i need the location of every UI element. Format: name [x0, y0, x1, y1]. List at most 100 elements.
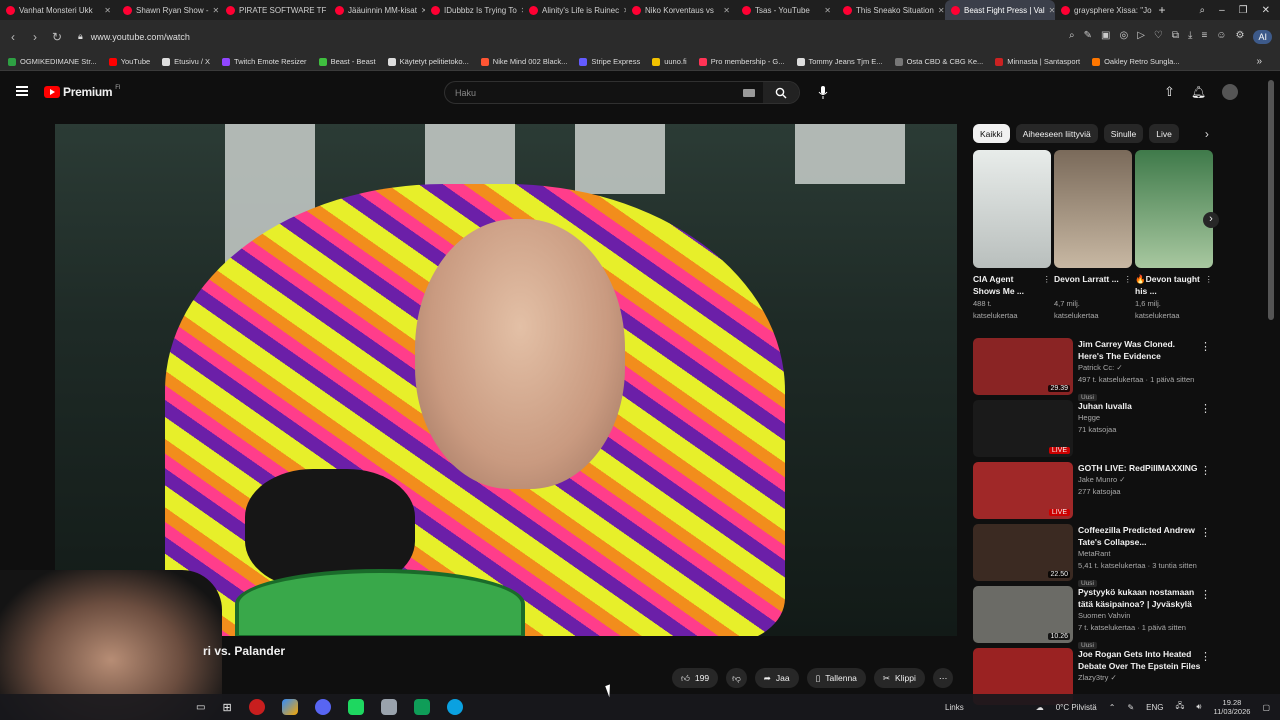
- play-icon[interactable]: ▷: [1137, 30, 1145, 44]
- browser-tab[interactable]: Beast Fight Press | Val ✕: [945, 0, 1055, 20]
- video-title-link[interactable]: Juhan luvalla: [1078, 400, 1201, 412]
- share-button[interactable]: ➦ Jaa: [754, 668, 799, 688]
- network-icon[interactable]: 🖧︎: [1175, 700, 1184, 714]
- more-vert-icon[interactable]: ⋮: [1124, 273, 1133, 285]
- more-vert-icon[interactable]: ⋮: [1043, 273, 1052, 285]
- shield-icon[interactable]: [380, 699, 397, 715]
- bookmark-item[interactable]: Etusivu / X: [162, 57, 210, 66]
- more-vert-icon[interactable]: ⋮: [1200, 464, 1211, 477]
- video-title-link[interactable]: Pystyykö kukaan nostamaan tätä käsipaino…: [1078, 586, 1201, 610]
- bookmark-item[interactable]: Käytetyt pelitietoko...: [387, 57, 469, 66]
- video-thumbnail[interactable]: LIVE: [973, 400, 1073, 457]
- channel-name[interactable]: Patrick Cc: ✓: [1078, 362, 1201, 374]
- voice-search-button[interactable]: [810, 81, 836, 104]
- video-player[interactable]: [55, 124, 957, 636]
- hamburger-menu-icon[interactable]: [16, 86, 28, 96]
- minimize-icon[interactable]: –: [1219, 5, 1225, 16]
- browser-tab[interactable]: IDubbbz Is Trying To✕: [425, 0, 523, 20]
- bookmark-item[interactable]: Oakley Retro Sungla...: [1092, 57, 1180, 66]
- video-title-link[interactable]: Joe Rogan Gets Into Heated Debate Over T…: [1078, 648, 1201, 672]
- channel-name[interactable]: Hegge: [1078, 412, 1201, 424]
- search-button[interactable]: [763, 82, 799, 103]
- more-vert-icon[interactable]: ⋮: [1200, 650, 1211, 663]
- bookmark-item[interactable]: Tommy Jeans Tjm E...: [796, 57, 883, 66]
- recommendation-item[interactable]: 22.50 Coffeezilla Predicted Andrew Tate's…: [973, 524, 1215, 587]
- more-vert-icon[interactable]: ⋮: [1205, 273, 1214, 285]
- bookmarks-overflow-icon[interactable]: »: [1256, 56, 1262, 67]
- maximize-icon[interactable]: ❐: [1239, 5, 1248, 16]
- chevron-right-icon[interactable]: ›: [1205, 127, 1209, 141]
- start-icon[interactable]: ▭: [196, 702, 205, 713]
- page-scrollbar[interactable]: [1268, 80, 1274, 320]
- spotify-like-icon[interactable]: [347, 699, 364, 715]
- short-thumbnail[interactable]: [1054, 150, 1132, 268]
- profile-icon[interactable]: ☺: [1216, 30, 1226, 44]
- bookmark-item[interactable]: Nike Mind 002 Black...: [480, 57, 567, 66]
- search-box[interactable]: Haku: [444, 81, 800, 104]
- close-window-icon[interactable]: ✕: [1262, 5, 1270, 16]
- filter-chip[interactable]: Live: [1149, 124, 1179, 143]
- zoom-icon[interactable]: ⌕: [1069, 30, 1075, 44]
- tab-close-icon[interactable]: ✕: [104, 6, 111, 15]
- short-card[interactable]: 🔥Devon taught his ... ⋮ 1,6 milj. katseluke…: [1135, 150, 1213, 321]
- recommendation-item[interactable]: 29.39 Jim Carrey Was Cloned. Here's The E…: [973, 338, 1215, 401]
- tab-close-icon[interactable]: ✕: [212, 6, 219, 15]
- screenshot-icon[interactable]: ▣: [1101, 30, 1110, 44]
- menu-icon[interactable]: ≡: [1201, 30, 1207, 44]
- video-thumbnail[interactable]: LIVE: [973, 462, 1073, 519]
- extension-icon[interactable]: ⚙: [1236, 30, 1245, 44]
- bookmark-item[interactable]: uuno.fi: [652, 57, 687, 66]
- download-icon[interactable]: ⤓: [1188, 30, 1192, 44]
- shorts-next-icon[interactable]: ›: [1203, 212, 1219, 228]
- video-thumbnail[interactable]: 22.50: [973, 524, 1073, 581]
- channel-name[interactable]: MetaRant: [1078, 548, 1201, 560]
- tab-close-icon[interactable]: ✕: [938, 6, 945, 15]
- bookmark-item[interactable]: Minnasta | Santasport: [995, 57, 1080, 66]
- copilot-icon[interactable]: [281, 699, 298, 715]
- search-input[interactable]: Haku: [445, 88, 743, 98]
- recommendation-item[interactable]: LIVE GOTH LIVE: RedPillMAXXING Jake Munro …: [973, 462, 1215, 524]
- forward-icon[interactable]: ›: [24, 30, 46, 44]
- dislike-button[interactable]: 👎︎: [726, 668, 747, 688]
- browser-tab[interactable]: Niko Korventaus vs ✕: [626, 0, 736, 20]
- clip-button[interactable]: ✂ Klippi: [873, 668, 925, 688]
- tab-close-icon[interactable]: ✕: [723, 6, 730, 15]
- bookmark-item[interactable]: Osta CBD & CBG Ke...: [894, 57, 983, 66]
- browser-tab[interactable]: This Sneako Situation ✕: [837, 0, 945, 20]
- favorite-icon[interactable]: ♡: [1154, 30, 1163, 44]
- url-field[interactable]: 🔒︎ www.youtube.com/watch: [78, 31, 978, 42]
- reload-icon[interactable]: ↻: [46, 30, 68, 44]
- channel-name[interactable]: Jake Munro ✓: [1078, 474, 1201, 486]
- video-title-link[interactable]: GOTH LIVE: RedPillMAXXING: [1078, 462, 1201, 474]
- browser-tab[interactable]: Vanhat Monsteri Ukk ✕: [0, 0, 117, 20]
- save-button[interactable]: ▯ Tallenna: [806, 668, 866, 688]
- video-thumbnail[interactable]: 29.39: [973, 338, 1073, 395]
- edge-icon[interactable]: [446, 699, 463, 715]
- video-title-link[interactable]: Coffeezilla Predicted Andrew Tate's Coll…: [1078, 524, 1201, 548]
- upload-icon[interactable]: ⇧: [1164, 84, 1175, 100]
- collections-icon[interactable]: ⧉: [1172, 30, 1179, 44]
- new-tab-button[interactable]: +: [1153, 3, 1171, 17]
- more-actions-button[interactable]: ⋯: [932, 668, 954, 688]
- short-card[interactable]: CIA Agent Shows Me ... ⋮ 488 t. katselukert…: [973, 150, 1051, 321]
- bookmark-item[interactable]: Pro membership - G...: [698, 57, 785, 66]
- keyboard-icon[interactable]: [743, 88, 755, 97]
- bookmark-item[interactable]: Beast - Beast: [318, 57, 376, 66]
- tab-close-icon[interactable]: ✕: [824, 6, 831, 15]
- video-thumbnail[interactable]: 10.26: [973, 586, 1073, 643]
- browser-tab[interactable]: Jääuinnin MM-kisat ✕: [329, 0, 425, 20]
- ai-button[interactable]: AI: [1253, 29, 1272, 44]
- browser-tab[interactable]: Tsas - YouTube ✕: [736, 0, 837, 20]
- pen-icon[interactable]: ✎: [1127, 703, 1134, 712]
- more-vert-icon[interactable]: ⋮: [1200, 588, 1211, 601]
- clock[interactable]: 19.28 11/03/2026: [1213, 698, 1250, 716]
- more-vert-icon[interactable]: ⋮: [1200, 526, 1211, 539]
- notification-center-icon[interactable]: ▢: [1262, 703, 1270, 712]
- short-card[interactable]: Devon Larratt ... ⋮ 4,7 milj. katselukertaa: [1054, 150, 1132, 321]
- chevron-up-icon[interactable]: ⌃: [1109, 703, 1116, 712]
- short-thumbnail[interactable]: [973, 150, 1051, 268]
- discord-icon[interactable]: [314, 699, 331, 715]
- tracking-icon[interactable]: ◎: [1119, 30, 1128, 44]
- language-indicator[interactable]: ENG: [1146, 703, 1163, 712]
- channel-name[interactable]: Zlazy3try ✓: [1078, 672, 1201, 684]
